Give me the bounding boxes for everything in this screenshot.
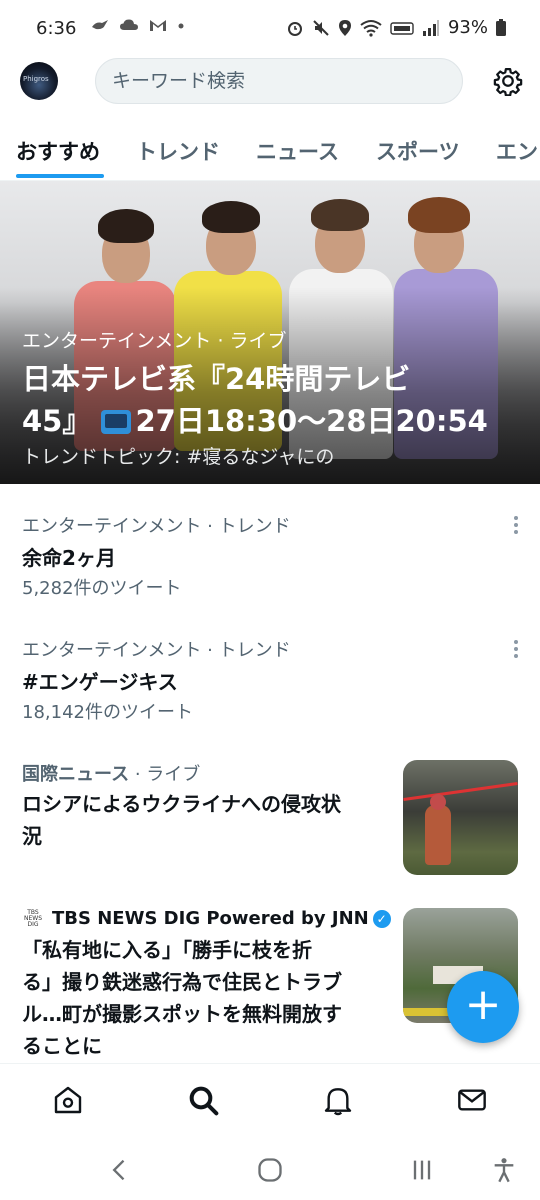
trend-topic: 余命2ヶ月: [22, 546, 116, 570]
tab-entertainment[interactable]: エン: [496, 136, 538, 166]
trend-item[interactable]: エンターテインメント · トレンド #エンゲージキス 18,142件のツイート: [0, 624, 540, 742]
bird-notification-icon: [92, 20, 108, 30]
mail-icon[interactable]: [456, 1084, 488, 1116]
news-category-row: 国際ニュース · ライブ: [22, 760, 200, 786]
gmail-icon: [150, 20, 166, 31]
wifi-icon: [360, 19, 382, 37]
dot-icon: [178, 23, 184, 29]
status-time: 6:36: [36, 18, 77, 39]
search-box[interactable]: [95, 58, 463, 104]
news-title-line2: 況: [22, 824, 42, 848]
more-options-icon[interactable]: [512, 640, 520, 662]
news-title-line1: 「私有地に入る」「勝手に枝を折: [22, 938, 312, 962]
trend-count: 18,142件のツイート: [22, 702, 193, 723]
trend-count: 5,282件のツイート: [22, 578, 182, 599]
explore-tabs: おすすめ トレンド ニュース スポーツ エン: [0, 126, 540, 181]
search-input[interactable]: [96, 59, 462, 103]
volte-icon: [390, 21, 414, 35]
avatar-text: Phigros: [23, 75, 49, 83]
accessibility-icon[interactable]: [490, 1156, 518, 1184]
location-icon: [338, 19, 351, 36]
news-item[interactable]: 国際ニュース · ライブ ロシアによるウクライナへの侵攻状 況: [0, 750, 540, 890]
more-options-icon[interactable]: [512, 516, 520, 538]
news-source-name: TBS NEWS DIG Powered by JNN: [52, 908, 369, 929]
news-thumbnail: [403, 760, 518, 875]
cloud-icon: [120, 19, 138, 30]
active-tab-indicator: [16, 174, 104, 178]
news-title-line2: る」撮り鉄迷惑行為で住民とトラブ: [22, 970, 342, 994]
system-icons: 93%: [286, 17, 506, 38]
tab-news[interactable]: ニュース: [256, 136, 339, 166]
news-category: 国際ニュース: [22, 764, 130, 785]
tab-sports[interactable]: スポーツ: [376, 136, 460, 166]
alarm-icon: [287, 21, 302, 36]
battery-percent: 93%: [447, 17, 488, 38]
news-live-label: · ライブ: [129, 764, 201, 785]
hero-title-line2: 45』 27日18:30〜28日20:54: [22, 400, 522, 442]
trend-topic: #エンゲージキス: [22, 670, 178, 694]
trend-category: エンターテインメント · トレンド: [22, 640, 291, 661]
status-bar: 6:36 93%: [0, 0, 540, 58]
system-nav-bar: [0, 1138, 540, 1200]
news-title-line1: ロシアによるウクライナへの侵攻状: [22, 792, 341, 816]
compose-button[interactable]: +: [447, 971, 519, 1043]
home-icon[interactable]: [52, 1084, 84, 1116]
news-title: 「私有地に入る」「勝手に枝を折 る」撮り鉄迷惑行為で住民とトラブ ル…町が撮影ス…: [22, 934, 390, 1062]
bottom-nav: [0, 1063, 540, 1138]
top-header: Phigros: [0, 58, 540, 106]
hero-title: 日本テレビ系『24時間テレビ 45』 27日18:30〜28日20:54: [22, 358, 522, 442]
news-title-line3: ル…町が撮影スポットを無料開放す: [22, 1002, 342, 1026]
search-icon[interactable]: [187, 1084, 219, 1116]
trend-category: エンターテインメント · トレンド: [22, 516, 291, 537]
notification-icons: [90, 17, 185, 33]
hero-title-line2-a: 45』: [22, 404, 92, 438]
tab-recommended[interactable]: おすすめ: [16, 136, 100, 166]
trend-item[interactable]: エンターテインメント · トレンド 余命2ヶ月 5,282件のツイート: [0, 500, 540, 618]
hero-subtitle: トレンドトピック: #寝るなジャにの: [22, 446, 335, 468]
signal-icon: [422, 19, 439, 36]
hero-category: エンターテインメント · ライブ: [22, 330, 287, 352]
back-icon[interactable]: [106, 1156, 134, 1184]
news-title: ロシアによるウクライナへの侵攻状 況: [22, 788, 390, 852]
mute-icon: [313, 19, 329, 36]
news-source: TBS NEWS DIG Powered by JNN ✓: [52, 908, 391, 929]
avatar[interactable]: Phigros: [20, 62, 58, 100]
recent-apps-icon[interactable]: [408, 1156, 436, 1184]
tab-trending[interactable]: トレンド: [136, 136, 220, 166]
hero-title-line1: 日本テレビ系『24時間テレビ: [22, 362, 411, 396]
home-circle-icon[interactable]: [256, 1156, 284, 1184]
bell-icon[interactable]: [322, 1084, 354, 1116]
hero-title-line2-b: 27日18:30〜28日20:54: [135, 404, 488, 438]
news-title-line4: ることに: [22, 1034, 102, 1058]
gear-icon[interactable]: [493, 66, 523, 96]
verified-icon: ✓: [372, 910, 391, 928]
source-logo: TBS NEWS DIG: [23, 909, 43, 928]
battery-icon: [496, 18, 506, 36]
hero-card[interactable]: エンターテインメント · ライブ 日本テレビ系『24時間テレビ 45』 27日1…: [0, 181, 540, 484]
tv-icon: [101, 410, 132, 434]
